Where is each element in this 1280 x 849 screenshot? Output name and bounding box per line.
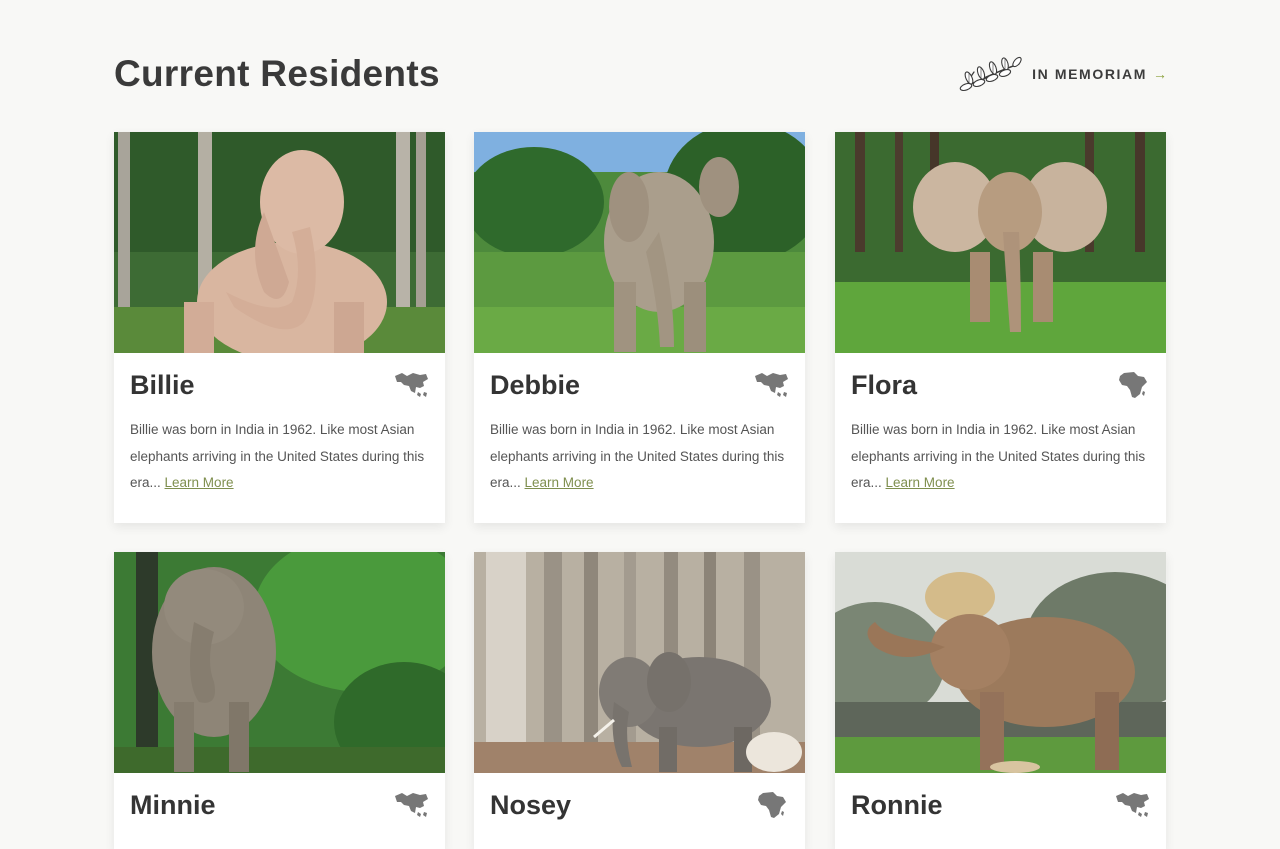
laurel-branch-icon xyxy=(959,56,1022,92)
elephant-photo[interactable] xyxy=(474,552,805,773)
in-memoriam-label: IN MEMORIAM xyxy=(1032,66,1147,82)
resident-card-billie[interactable]: Billie Billie was born in India in 1962.… xyxy=(114,132,445,523)
elephant-photo[interactable] xyxy=(114,552,445,773)
resident-card-minnie[interactable]: Minnie xyxy=(114,552,445,849)
resident-description: Billie was born in India in 1962. Like m… xyxy=(851,422,1146,490)
resident-card-flora[interactable]: Flora Billie was born in India in 1962. … xyxy=(835,132,1166,523)
resident-name: Minnie xyxy=(130,790,216,820)
resident-card-nosey[interactable]: Nosey xyxy=(474,552,805,849)
elephant-photo[interactable] xyxy=(835,552,1166,773)
learn-more-link[interactable]: Learn More xyxy=(525,475,594,490)
resident-card-ronnie[interactable]: Ronnie xyxy=(835,552,1166,849)
resident-description: Billie was born in India in 1962. Like m… xyxy=(130,422,425,490)
asia-map-icon xyxy=(395,373,428,397)
elephant-photo[interactable] xyxy=(835,132,1166,353)
africa-map-icon xyxy=(758,792,786,818)
elephant-photo[interactable] xyxy=(114,132,445,353)
africa-map-icon xyxy=(1119,372,1147,398)
resident-description: Billie was born in India in 1962. Like m… xyxy=(490,422,785,490)
in-memoriam-link[interactable]: IN MEMORIAM → xyxy=(957,56,1167,92)
resident-card-debbie[interactable]: Debbie Billie was born in India in 1962.… xyxy=(474,132,805,523)
asia-map-icon xyxy=(1116,793,1149,817)
elephant-photo[interactable] xyxy=(474,132,805,353)
learn-more-link[interactable]: Learn More xyxy=(886,475,955,490)
page-header: Current Residents IN MEMORIAM → xyxy=(114,50,1167,98)
resident-name: Billie xyxy=(130,370,195,400)
resident-name: Ronnie xyxy=(851,790,943,820)
resident-name: Debbie xyxy=(490,370,581,400)
resident-name: Flora xyxy=(851,370,918,400)
page-title: Current Residents xyxy=(114,53,440,94)
asia-map-icon xyxy=(395,793,428,817)
resident-name: Nosey xyxy=(490,790,572,820)
learn-more-link[interactable]: Learn More xyxy=(165,475,234,490)
arrow-right-icon: → xyxy=(1153,66,1167,82)
asia-map-icon xyxy=(755,373,788,397)
